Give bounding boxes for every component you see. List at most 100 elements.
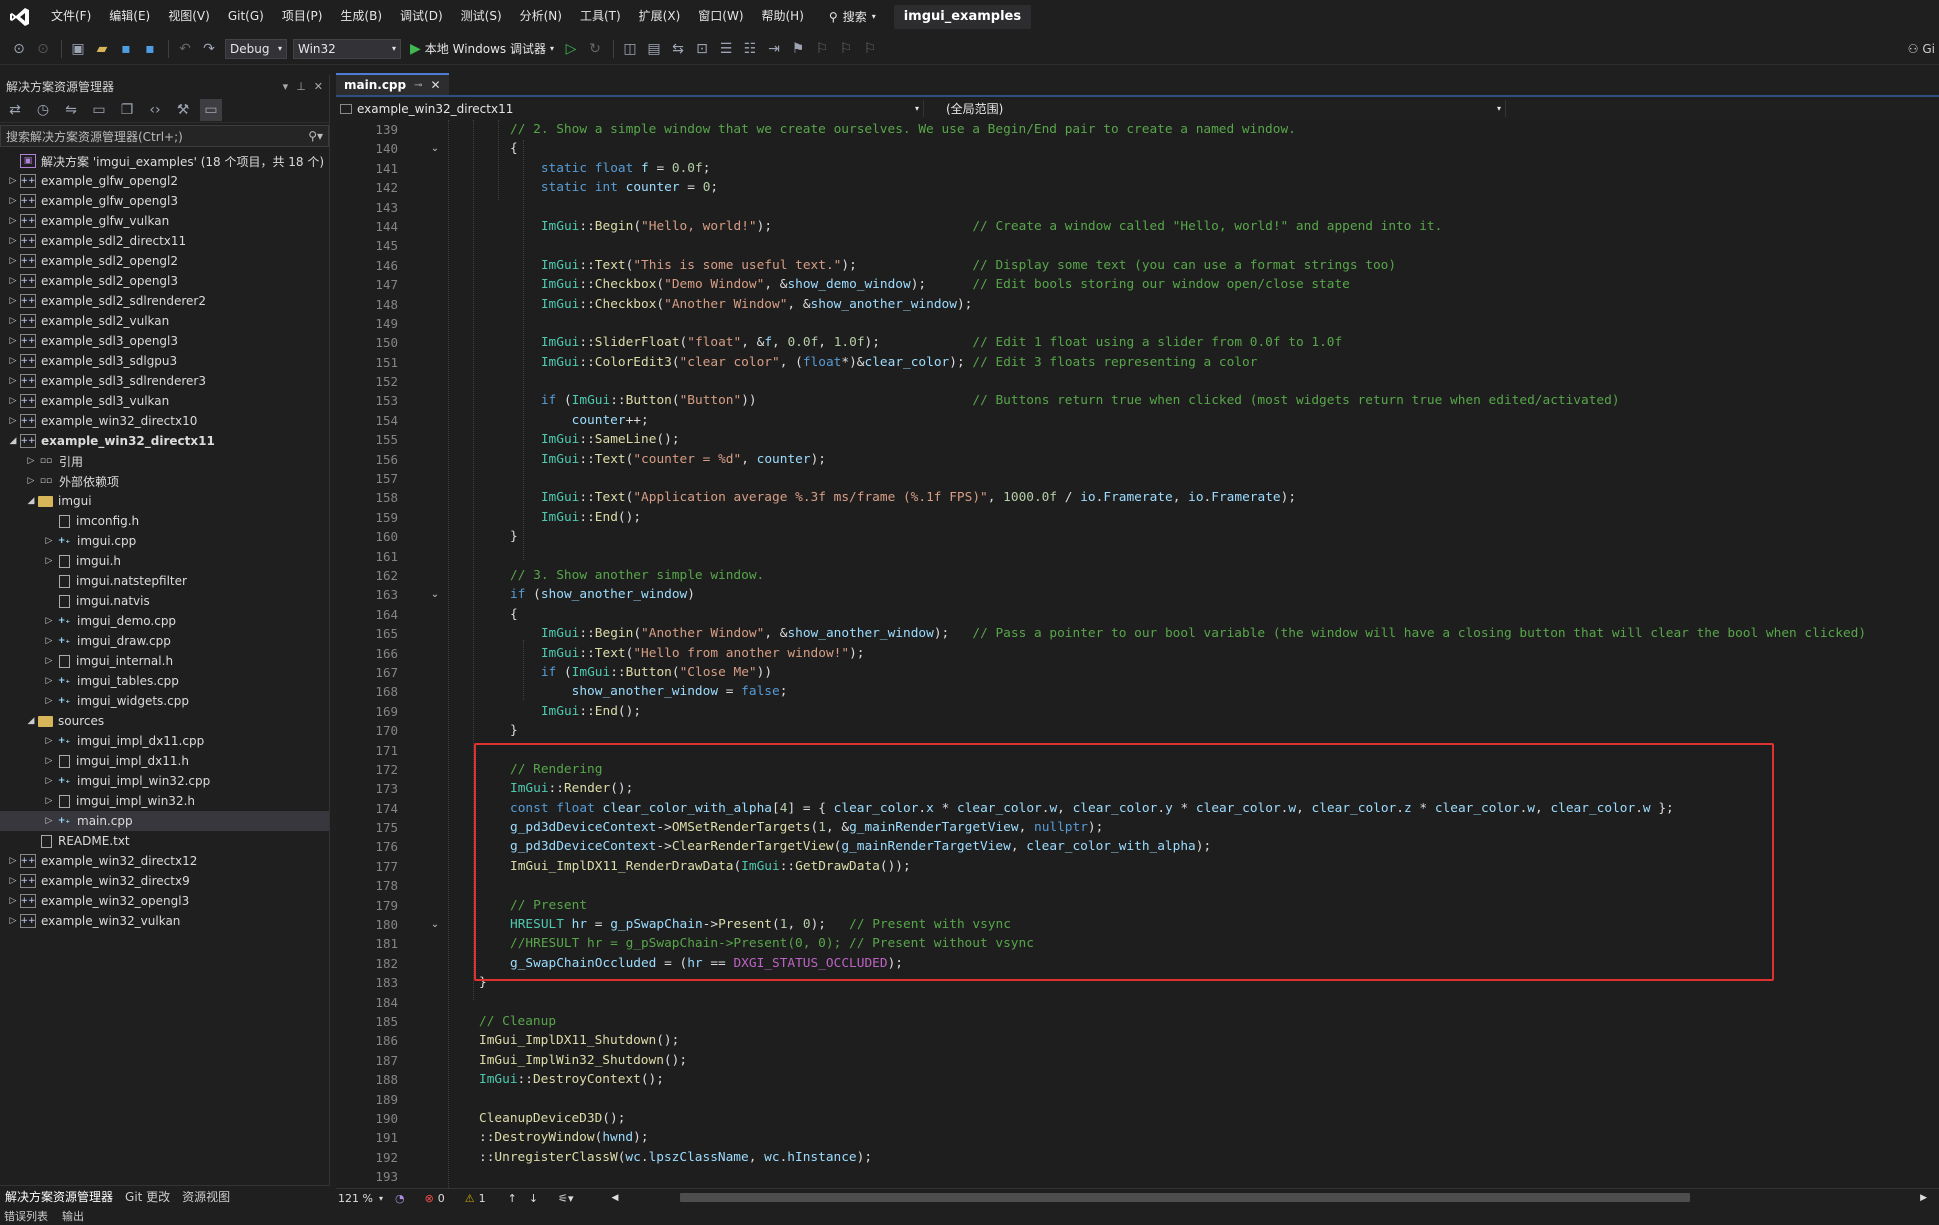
collapsed-arrow-icon[interactable]: ▷: [6, 896, 20, 906]
dropdown-icon[interactable]: ▾: [283, 80, 289, 93]
tree-item[interactable]: ▷ ++ example_win32_directx9: [0, 871, 329, 891]
collapsed-arrow-icon[interactable]: ▷: [42, 556, 56, 566]
bookmark-icon[interactable]: ⚑: [787, 38, 809, 60]
tree-item[interactable]: ▷ ++ example_win32_vulkan: [0, 911, 329, 931]
next-issue-icon[interactable]: ↓: [529, 1192, 538, 1205]
tab-output[interactable]: 输出: [62, 1208, 84, 1224]
tree-item[interactable]: ▷ +₊ imgui_impl_dx11.cpp: [0, 731, 329, 751]
tree-item[interactable]: ▷ ▫▫ 外部依赖项: [0, 471, 329, 491]
menu-item[interactable]: 扩展(X): [630, 0, 690, 33]
tree-item[interactable]: ◢ ++ example_win32_directx11: [0, 431, 329, 451]
code-editor[interactable]: 139 140 141 142 143 144 145 146 147 148 149 150 151 1…: [336, 120, 1939, 1188]
menu-item[interactable]: 窗口(W): [689, 0, 752, 33]
collapsed-arrow-icon[interactable]: ▷: [6, 876, 20, 886]
scope-select[interactable]: (全局范围) ▾: [924, 100, 1506, 117]
collapsed-arrow-icon[interactable]: ▷: [6, 416, 20, 426]
uncomment-icon[interactable]: ☷: [739, 38, 761, 60]
close-icon[interactable]: ✕: [431, 78, 441, 92]
tab-resource-view[interactable]: 资源视图: [182, 1188, 230, 1205]
layout-icon[interactable]: ▤: [643, 38, 665, 60]
account-button[interactable]: ⚇ Gi: [1908, 42, 1935, 56]
code-cleanup-icon[interactable]: ⚟▾: [558, 1192, 573, 1205]
tree-item[interactable]: ▷ ++ example_sdl3_sdlgpu3: [0, 351, 329, 371]
menu-item[interactable]: 测试(S): [452, 0, 511, 33]
collapsed-arrow-icon[interactable]: ▷: [42, 796, 56, 806]
tree-item[interactable]: ▷ ++ example_sdl2_sdlrenderer2: [0, 291, 329, 311]
tree-item[interactable]: ◢ sources: [0, 711, 329, 731]
menu-item[interactable]: 调试(D): [391, 0, 452, 33]
refresh-icon[interactable]: ⇋: [60, 99, 82, 121]
collapsed-arrow-icon[interactable]: ▷: [6, 176, 20, 186]
collapsed-arrow-icon[interactable]: ▷: [24, 456, 38, 466]
configuration-select[interactable]: Debug ▾: [225, 38, 287, 59]
tree-item[interactable]: ▷ ++ example_glfw_vulkan: [0, 211, 329, 231]
collapsed-arrow-icon[interactable]: ▷: [6, 276, 20, 286]
comment-icon[interactable]: ☰: [715, 38, 737, 60]
collapsed-arrow-icon[interactable]: ▷: [6, 916, 20, 926]
platform-select[interactable]: Win32 ▾: [293, 38, 401, 59]
expanded-arrow-icon[interactable]: ◢: [24, 716, 38, 726]
tree-item[interactable]: ▣ 解决方案 'imgui_examples' (18 个项目，共 18 个): [0, 151, 329, 171]
menu-item[interactable]: 帮助(H): [753, 0, 813, 33]
collapsed-arrow-icon[interactable]: ▷: [42, 536, 56, 546]
preview-icon[interactable]: ▭: [200, 98, 222, 121]
switch-views-icon[interactable]: ⇄: [4, 99, 26, 121]
step-icon[interactable]: ⇆: [667, 38, 689, 60]
copilot-icon[interactable]: ◔: [395, 1192, 405, 1205]
collapsed-arrow-icon[interactable]: ▷: [6, 196, 20, 206]
tree-item[interactable]: imgui.natvis: [0, 591, 329, 611]
undo-icon[interactable]: ↶: [174, 38, 196, 60]
menu-item[interactable]: 生成(B): [331, 0, 391, 33]
open-folder-icon[interactable]: ▰: [91, 38, 113, 60]
breakpoint-icon[interactable]: ⊡: [691, 38, 713, 60]
redo-icon[interactable]: ↷: [198, 38, 220, 60]
collapsed-arrow-icon[interactable]: ▷: [42, 696, 56, 706]
tree-item[interactable]: ▷ ▫▫ 引用: [0, 451, 329, 471]
close-icon[interactable]: ✕: [314, 80, 323, 93]
tree-item[interactable]: ▷ imgui_internal.h: [0, 651, 329, 671]
collapsed-arrow-icon[interactable]: ▷: [6, 376, 20, 386]
tree-item[interactable]: ▷ imgui_impl_dx11.h: [0, 751, 329, 771]
zoom-select[interactable]: 121 % ▾: [338, 1192, 383, 1205]
collapsed-arrow-icon[interactable]: ▷: [24, 476, 38, 486]
tree-item[interactable]: ▷ +₊ imgui_draw.cpp: [0, 631, 329, 651]
collapsed-arrow-icon[interactable]: ▷: [42, 616, 56, 626]
error-count[interactable]: ⊗ 0: [425, 1192, 445, 1205]
solution-explorer-search[interactable]: 搜索解决方案资源管理器(Ctrl+;) ⚲▾: [0, 125, 329, 147]
tree-item[interactable]: ▷ ++ example_sdl3_opengl3: [0, 331, 329, 351]
tree-item[interactable]: ▷ +₊ imgui_widgets.cpp: [0, 691, 329, 711]
start-debugging-button[interactable]: ▶ 本地 Windows 调试器 ▾: [410, 40, 554, 57]
expanded-arrow-icon[interactable]: ◢: [6, 436, 20, 446]
tree-item[interactable]: ▷ +₊ imgui_tables.cpp: [0, 671, 329, 691]
collapsed-arrow-icon[interactable]: ▷: [6, 236, 20, 246]
collapsed-arrow-icon[interactable]: ▷: [6, 216, 20, 226]
menu-item[interactable]: 工具(T): [571, 0, 630, 33]
tab-error-list[interactable]: 错误列表: [4, 1208, 48, 1224]
collapsed-arrow-icon[interactable]: ▷: [6, 316, 20, 326]
tree-item[interactable]: ▷ +₊ imgui.cpp: [0, 531, 329, 551]
tree-item[interactable]: imgui.natstepfilter: [0, 571, 329, 591]
next-bookmark-icon[interactable]: ⚐: [835, 38, 857, 60]
show-all-files-icon[interactable]: ❐: [116, 99, 138, 121]
tab-main-cpp[interactable]: main.cpp ⊸ ✕: [336, 73, 449, 95]
scroll-left-icon[interactable]: ◀: [612, 1193, 619, 1203]
menu-item[interactable]: 项目(P): [273, 0, 332, 33]
fold-toggle-icon[interactable]: ⌄: [428, 915, 442, 934]
collapsed-arrow-icon[interactable]: ▷: [6, 256, 20, 266]
tree-item[interactable]: ▷ ++ example_glfw_opengl2: [0, 171, 329, 191]
menu-item[interactable]: Git(G): [219, 0, 273, 33]
tree-item[interactable]: ▷ ++ example_win32_directx12: [0, 851, 329, 871]
menu-item[interactable]: 编辑(E): [100, 0, 159, 33]
tree-item[interactable]: ▷ +₊ main.cpp: [0, 811, 329, 831]
pin-icon[interactable]: ⊸: [414, 80, 422, 91]
clear-bookmarks-icon[interactable]: ⚐: [859, 38, 881, 60]
tree-item[interactable]: ▷ ++ example_sdl3_sdlrenderer3: [0, 371, 329, 391]
tree-item[interactable]: imconfig.h: [0, 511, 329, 531]
collapsed-arrow-icon[interactable]: ▷: [42, 656, 56, 666]
collapsed-arrow-icon[interactable]: ▷: [6, 356, 20, 366]
back-icon[interactable]: ⊙: [8, 38, 30, 60]
collapsed-arrow-icon[interactable]: ▷: [6, 296, 20, 306]
horizontal-scrollbar[interactable]: [680, 1193, 1920, 1202]
code-view-icon[interactable]: ‹›: [144, 99, 166, 121]
collapsed-arrow-icon[interactable]: ▷: [42, 636, 56, 646]
